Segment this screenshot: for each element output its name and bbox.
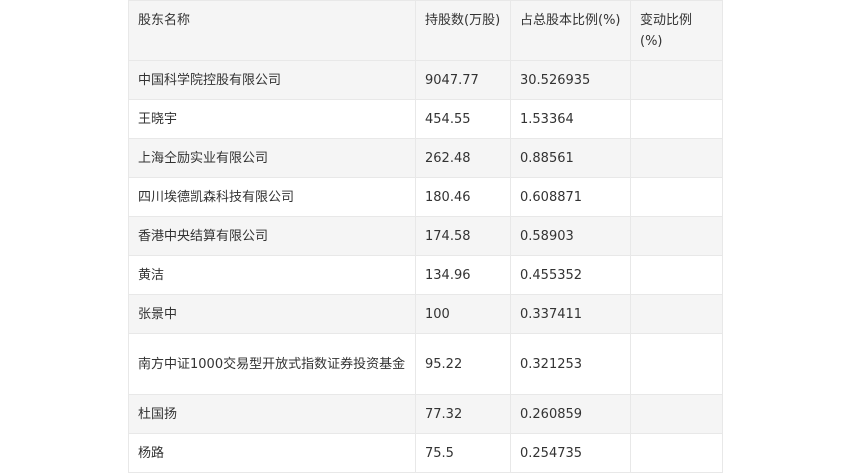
cell-change-percentage (630, 255, 723, 295)
cell-share-percentage: 0.260859 (510, 394, 631, 434)
cell-share-percentage: 0.58903 (510, 216, 631, 256)
cell-shareholder-name: 杜国扬 (128, 394, 416, 434)
table-row: 王晓宇 454.55 1.53364 (128, 99, 723, 139)
cell-shares: 75.5 (415, 433, 511, 473)
cell-shares: 100 (415, 294, 511, 334)
cell-share-percentage: 0.254735 (510, 433, 631, 473)
table-row: 南方中证1000交易型开放式指数证券投资基金 95.22 0.321253 (128, 333, 723, 395)
cell-shareholder-name: 王晓宇 (128, 99, 416, 139)
cell-share-percentage: 30.526935 (510, 60, 631, 100)
cell-change-percentage (630, 333, 723, 395)
cell-shares: 95.22 (415, 333, 511, 395)
cell-shares: 134.96 (415, 255, 511, 295)
cell-shareholder-name: 中国科学院控股有限公司 (128, 60, 416, 100)
table-row: 张景中 100 0.337411 (128, 294, 723, 334)
header-shares: 持股数(万股) (415, 0, 511, 61)
cell-change-percentage (630, 433, 723, 473)
table-row: 中国科学院控股有限公司 9047.77 30.526935 (128, 60, 723, 100)
table-row: 黄洁 134.96 0.455352 (128, 255, 723, 295)
cell-shares: 174.58 (415, 216, 511, 256)
header-change-percentage: 变动比例(%) (630, 0, 723, 61)
cell-change-percentage (630, 138, 723, 178)
table-row: 四川埃德凯森科技有限公司 180.46 0.608871 (128, 177, 723, 217)
cell-shareholder-name: 上海仝励实业有限公司 (128, 138, 416, 178)
cell-shares: 262.48 (415, 138, 511, 178)
cell-change-percentage (630, 294, 723, 334)
shareholders-table: 股东名称 持股数(万股) 占总股本比例(%) 变动比例(%) 中国科学院控股有限… (128, 0, 723, 473)
cell-shareholder-name: 南方中证1000交易型开放式指数证券投资基金 (128, 333, 416, 395)
table-row: 杨路 75.5 0.254735 (128, 433, 723, 473)
cell-share-percentage: 0.455352 (510, 255, 631, 295)
table-row: 香港中央结算有限公司 174.58 0.58903 (128, 216, 723, 256)
cell-shareholder-name: 张景中 (128, 294, 416, 334)
table-header-row: 股东名称 持股数(万股) 占总股本比例(%) 变动比例(%) (128, 0, 723, 61)
cell-shareholder-name: 杨路 (128, 433, 416, 473)
cell-shareholder-name: 四川埃德凯森科技有限公司 (128, 177, 416, 217)
cell-shareholder-name: 香港中央结算有限公司 (128, 216, 416, 256)
cell-change-percentage (630, 177, 723, 217)
cell-shares: 454.55 (415, 99, 511, 139)
cell-change-percentage (630, 394, 723, 434)
cell-share-percentage: 0.337411 (510, 294, 631, 334)
table-row: 上海仝励实业有限公司 262.48 0.88561 (128, 138, 723, 178)
table-row: 杜国扬 77.32 0.260859 (128, 394, 723, 434)
cell-change-percentage (630, 60, 723, 100)
header-shareholder-name: 股东名称 (128, 0, 416, 61)
cell-share-percentage: 0.88561 (510, 138, 631, 178)
cell-shares: 180.46 (415, 177, 511, 217)
cell-share-percentage: 0.608871 (510, 177, 631, 217)
cell-shares: 9047.77 (415, 60, 511, 100)
cell-change-percentage (630, 99, 723, 139)
cell-change-percentage (630, 216, 723, 256)
cell-share-percentage: 0.321253 (510, 333, 631, 395)
header-share-percentage: 占总股本比例(%) (510, 0, 631, 61)
cell-shareholder-name: 黄洁 (128, 255, 416, 295)
cell-shares: 77.32 (415, 394, 511, 434)
cell-share-percentage: 1.53364 (510, 99, 631, 139)
